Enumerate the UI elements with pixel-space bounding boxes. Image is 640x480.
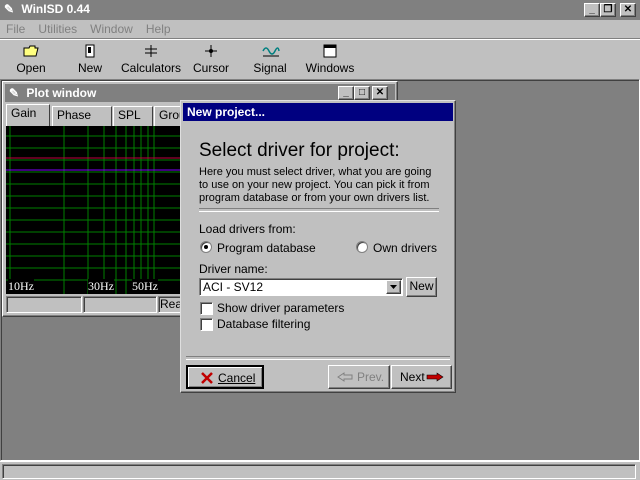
toolbar-calculators-button[interactable]: Calculators xyxy=(120,42,182,76)
toolbar-windows-label: Windows xyxy=(305,61,355,75)
app-status-panel xyxy=(2,464,636,479)
dialog-heading: Select driver for project: xyxy=(199,140,400,161)
plot-window-title: Plot window xyxy=(26,86,97,100)
toolbar-open-button[interactable]: Open xyxy=(8,42,54,76)
load-drivers-label: Load drivers from: xyxy=(199,222,296,236)
x-label-30hz: 30Hz xyxy=(88,279,114,294)
toolbar-cursor-button[interactable]: Cursor xyxy=(188,42,234,76)
cursor-icon xyxy=(205,45,217,57)
tab-spl[interactable]: SPL xyxy=(113,106,153,126)
next-button[interactable]: Next xyxy=(391,365,452,389)
next-button-label: Next xyxy=(400,370,425,384)
prev-button-label: Prev. xyxy=(357,370,385,384)
own-drivers-radio[interactable] xyxy=(356,241,368,253)
plot-status-panel-2 xyxy=(83,296,157,313)
app-restore-button[interactable]: ❐ xyxy=(600,3,616,17)
new-document-icon xyxy=(85,44,95,58)
cancel-button-label: Cancel xyxy=(218,371,256,385)
windows-icon xyxy=(323,44,337,58)
app-title: WinISD 0.44 xyxy=(21,2,90,16)
plot-window-icon: ✎ xyxy=(9,86,20,100)
app-status-bar xyxy=(0,461,640,480)
show-driver-parameters-checkbox[interactable] xyxy=(200,302,213,315)
plot-status-panel-1 xyxy=(6,296,82,313)
driver-name-value: ACI - SV12 xyxy=(203,280,264,294)
dialog-description-line-3: program database or from your own driver… xyxy=(199,192,430,204)
plot-close-button[interactable]: ✕ xyxy=(372,86,388,100)
cancel-button[interactable]: Cancel xyxy=(186,365,264,389)
signal-generator-icon xyxy=(262,47,280,57)
menu-help[interactable]: Help xyxy=(146,22,171,36)
database-filtering-label[interactable]: Database filtering xyxy=(217,317,310,331)
app-titlebar: ✎ WinISD 0.44 xyxy=(0,0,640,20)
driver-name-label: Driver name: xyxy=(199,262,268,276)
menu-bar: File Utilities Window Help xyxy=(6,22,181,38)
app-close-button[interactable]: ✕ xyxy=(620,3,636,17)
dialog-title: New project... xyxy=(187,105,266,119)
toolbar-windows-button[interactable]: Windows xyxy=(304,42,356,76)
own-drivers-label[interactable]: Own drivers xyxy=(373,241,437,255)
app-icon: ✎ xyxy=(4,2,15,16)
dialog-description-line-2: to use on your new project. You can pick… xyxy=(199,179,430,191)
database-filtering-checkbox[interactable] xyxy=(200,318,213,331)
dialog-description-line-1: Here you must select driver, what you ar… xyxy=(199,166,432,178)
plot-minimize-button[interactable]: _ xyxy=(338,86,354,100)
arrow-left-icon xyxy=(337,372,353,382)
driver-name-combobox[interactable]: ACI - SV12 xyxy=(199,278,403,296)
dialog-titlebar: New project... xyxy=(183,103,453,121)
toolbar-cursor-label: Cursor xyxy=(192,61,229,75)
menu-utilities[interactable]: Utilities xyxy=(38,22,77,36)
plot-status-text: Rea xyxy=(160,297,183,311)
arrow-right-icon xyxy=(426,372,444,382)
chevron-down-icon[interactable] xyxy=(386,280,401,294)
toolbar: Open New Calculators Cursor Signal gen. … xyxy=(0,40,640,89)
dialog-divider-top xyxy=(199,208,439,212)
gain-plot-area[interactable]: 10Hz 30Hz 50Hz xyxy=(6,126,182,294)
tab-gain[interactable]: Gain xyxy=(6,104,50,127)
toolbar-new-button[interactable]: New xyxy=(68,42,112,76)
x-label-50hz: 50Hz xyxy=(132,279,158,294)
plot-restore-button[interactable]: □ xyxy=(354,86,370,100)
toolbar-new-label: New xyxy=(77,61,102,75)
app-minimize-button[interactable]: _ xyxy=(584,3,600,17)
x-label-10hz: 10Hz xyxy=(8,279,34,294)
gain-plot-grid xyxy=(6,126,182,294)
cancel-x-icon xyxy=(201,372,213,384)
menu-file[interactable]: File xyxy=(6,22,25,36)
calculator-icon xyxy=(145,45,157,57)
show-driver-parameters-label[interactable]: Show driver parameters xyxy=(217,301,344,315)
toolbar-open-label: Open xyxy=(16,61,46,75)
tab-phase-plot[interactable]: Phase plot xyxy=(52,106,112,139)
dialog-divider-bottom xyxy=(186,356,450,360)
new-driver-button[interactable]: New xyxy=(406,277,437,297)
program-database-label[interactable]: Program database xyxy=(217,241,316,255)
program-database-radio[interactable] xyxy=(200,241,212,253)
toolbar-signal-gen-button[interactable]: Signal gen. xyxy=(240,42,300,89)
folder-icon xyxy=(23,45,39,57)
toolbar-calculators-label: Calculators xyxy=(120,61,182,75)
menu-window[interactable]: Window xyxy=(90,22,133,36)
prev-button[interactable]: Prev. xyxy=(328,365,390,389)
